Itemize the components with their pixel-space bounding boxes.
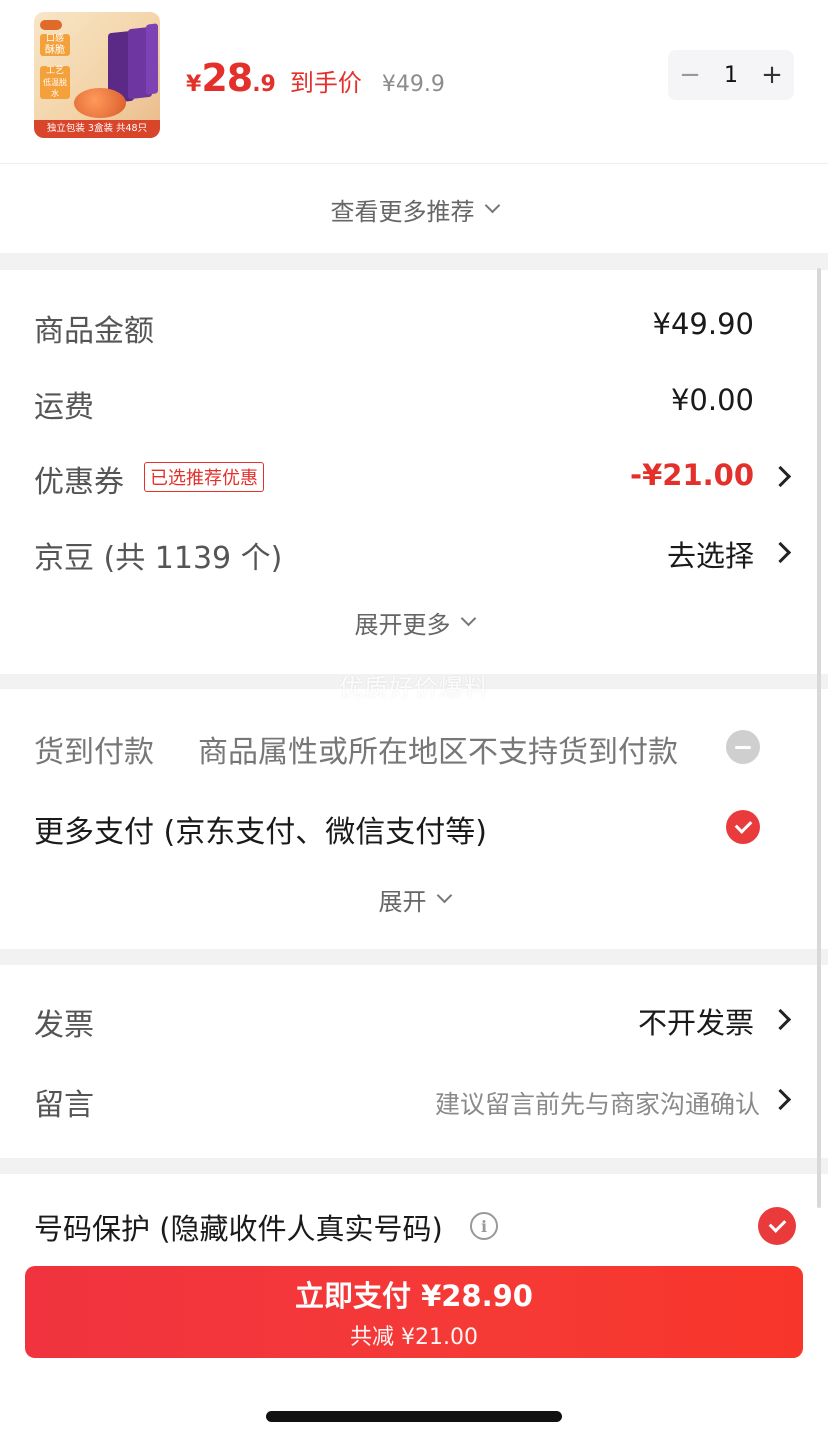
jingdou-row[interactable]: 京豆 (共 1139 个) 去选择 [34,532,794,576]
chevron-right-icon [769,1008,792,1031]
message-placeholder: 建议留言前先与商家沟通确认 [434,1090,760,1119]
home-indicator[interactable] [266,1411,562,1422]
original-price: ¥49.9 [381,72,445,97]
watermark-text: 优质好价爆料 [339,674,489,702]
price-integer: 28 [201,56,253,100]
expand-payment-button[interactable]: 展开 [0,877,828,921]
chevron-right-icon [769,465,792,488]
chevron-down-icon [484,197,500,213]
privacy-label: 号码保护 (隐藏收件人真实号码) [34,1212,443,1246]
section-divider [0,1158,828,1174]
product-row: 口感 酥脆 工艺 低温脱水 独立包装 3盒装 共48只 ¥ 28 .9 到手价 … [0,0,828,163]
info-icon[interactable]: i [470,1212,498,1240]
invoice-value: 不开发票 [637,1006,754,1040]
jingdou-value: 去选择 [666,539,754,573]
chevron-right-icon [769,541,792,564]
chevron-down-icon [460,610,476,626]
cod-label: 货到付款 [34,735,154,770]
checked-icon[interactable] [726,810,760,844]
thumb-tag-process: 工艺 低温脱水 [40,66,70,99]
thumb-package-bar: 独立包装 3盒装 共48只 [34,120,160,138]
coupon-value: -¥21.00 [630,458,754,492]
pay-now-label: 立即支付 ¥28.90 [294,1279,533,1313]
scrollbar[interactable] [817,268,821,1208]
price-label: 到手价 [289,69,362,97]
more-recommendations-button[interactable]: 查看更多推荐 [0,163,828,254]
section-divider [0,949,828,965]
section-divider [0,253,828,270]
pay-now-button[interactable]: 立即支付 ¥28.90 共减 ¥21.00 [25,1266,803,1358]
jingdou-label: 京豆 (共 1139 个) [34,541,283,576]
price-decimal: .9 [252,72,276,97]
invoice-label: 发票 [34,1008,94,1043]
coupon-row[interactable]: 优惠券 已选推荐优惠 -¥21.00 [34,456,794,500]
message-row[interactable]: 留言 建议留言前先与商家沟通确认 [34,1079,794,1123]
message-label: 留言 [34,1088,94,1123]
product-price: ¥ 28 .9 到手价 ¥49.9 [186,56,445,100]
shipping-value: ¥0.00 [670,383,754,417]
coupon-label: 优惠券 [34,465,124,500]
privacy-row[interactable]: 号码保护 (隐藏收件人真实号码) i [34,1205,796,1247]
more-payment-label: 更多支付 (京东支付、微信支付等) [34,815,487,850]
disabled-icon [726,730,760,764]
expand-more-label: 展开更多 [354,610,451,639]
pay-discount-label: 共减 ¥21.00 [350,1325,478,1350]
cod-row: 货到付款 商品属性或所在地区不支持货到付款 [34,726,794,770]
quantity-value[interactable]: 1 [724,63,738,88]
price-currency: ¥ [186,72,202,97]
increase-button[interactable]: + [750,50,794,100]
product-thumbnail[interactable]: 口感 酥脆 工艺 低温脱水 独立包装 3盒装 共48只 [34,12,160,138]
invoice-row[interactable]: 发票 不开发票 [34,999,794,1043]
coupon-badge: 已选推荐优惠 [144,462,264,492]
checked-icon[interactable] [758,1207,796,1245]
more-recommendations-label: 查看更多推荐 [330,197,475,226]
cod-note: 商品属性或所在地区不支持货到付款 [198,735,678,770]
chevron-right-icon [769,1088,792,1111]
product-box-image [146,23,158,95]
thumb-tag-texture: 口感 酥脆 [40,34,70,56]
shrimp-image [74,88,126,118]
more-payment-row[interactable]: 更多支付 (京东支付、微信支付等) [34,806,794,850]
expand-label: 展开 [378,887,427,916]
decrease-button[interactable]: − [668,50,712,100]
quantity-stepper: − 1 + [668,50,794,100]
goods-amount-label: 商品金额 [34,314,154,349]
expand-more-button[interactable]: 展开更多 [0,600,828,644]
chevron-down-icon [436,887,452,903]
goods-amount-value: ¥49.90 [652,307,754,341]
brand-logo-icon [40,20,62,30]
shipping-label: 运费 [34,390,94,425]
